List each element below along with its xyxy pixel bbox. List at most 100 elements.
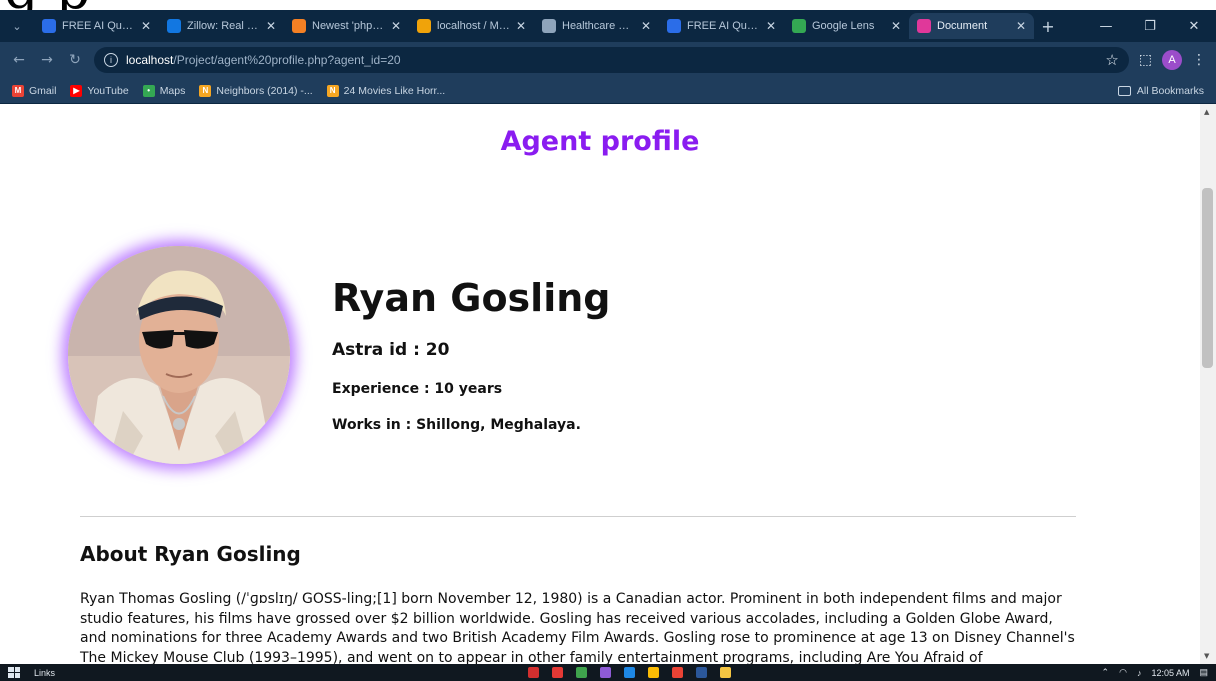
document-icon: [917, 19, 931, 33]
browser-tab[interactable]: Zillow: Real Estate ✕: [159, 13, 284, 39]
lightning-icon: [42, 19, 56, 33]
taskbar-app-icon[interactable]: [600, 667, 611, 678]
scroll-up-icon[interactable]: ▲: [1204, 108, 1209, 116]
os-taskbar: Links ⌃ ◠ ♪ 12:05 AM ▤: [0, 664, 1216, 681]
taskbar-links-label[interactable]: Links: [34, 668, 55, 678]
bookmark-label: Neighbors (2014) -...: [216, 84, 313, 97]
agent-name: Ryan Gosling: [332, 276, 611, 320]
bookmark-icon: N: [326, 84, 339, 97]
tab-close-icon[interactable]: ✕: [766, 19, 776, 33]
bookmark-icon: ▶: [70, 84, 83, 97]
page-content: Agent profile Ryan Gosling Astra id: 20…: [0, 104, 1200, 664]
taskbar-app-icon[interactable]: [552, 667, 563, 678]
folder-icon: [1117, 85, 1131, 96]
volume-icon[interactable]: ♪: [1137, 668, 1142, 678]
window-controls: — ❐ ✕: [1084, 19, 1216, 34]
notifications-icon[interactable]: ▤: [1199, 667, 1208, 678]
maximize-icon[interactable]: ❐: [1128, 19, 1172, 34]
bookmark-item[interactable]: N 24 Movies Like Horr...: [326, 84, 445, 97]
extensions-icon[interactable]: ⬚: [1139, 52, 1152, 68]
lens-icon: [792, 19, 806, 33]
taskbar-explorer-icon[interactable]: [720, 667, 731, 678]
site-info-icon[interactable]: i: [104, 53, 118, 67]
bookmark-item[interactable]: ▶ YouTube: [70, 84, 129, 97]
profile-avatar[interactable]: A: [1162, 50, 1182, 70]
bookmark-item[interactable]: N Neighbors (2014) -...: [199, 84, 313, 97]
scroll-thumb[interactable]: [1202, 188, 1213, 368]
browser-tab[interactable]: FREE AI Question ✕: [34, 13, 159, 39]
address-bar[interactable]: i localhost/Project/agent%20profile.php?…: [94, 47, 1129, 73]
tab-close-icon[interactable]: ✕: [1016, 19, 1026, 33]
url-path: /Project/agent%20profile.php?agent_id=20: [173, 53, 401, 67]
page-overflow-text: g p: [0, 0, 90, 17]
bookmarks-container: M Gmail ▶ YouTube • Maps N Neighbors (2014) -..…: [12, 84, 445, 97]
minimize-icon[interactable]: —: [1084, 19, 1128, 34]
scroll-down-icon[interactable]: ▼: [1204, 652, 1209, 660]
tray-chevron-icon[interactable]: ⌃: [1102, 667, 1110, 678]
tab-close-icon[interactable]: ✕: [391, 19, 401, 33]
taskbar-chrome-icon[interactable]: [648, 667, 659, 678]
agent-photo: [68, 246, 290, 464]
all-bookmarks-label: All Bookmarks: [1136, 84, 1204, 97]
tab-label: Healthcare Chatb: [562, 20, 635, 32]
windows-start-icon[interactable]: [8, 667, 20, 678]
bookmark-label: YouTube: [87, 84, 129, 97]
wifi-icon[interactable]: ◠: [1119, 667, 1127, 678]
clock[interactable]: 12:05 AM: [1151, 668, 1189, 678]
tab-close-icon[interactable]: ✕: [516, 19, 526, 33]
new-tab-button[interactable]: +: [1034, 17, 1062, 36]
forward-icon[interactable]: →: [38, 52, 56, 68]
system-tray: ⌃ ◠ ♪ 12:05 AM ▤: [1102, 667, 1208, 678]
bookmarks-bar: M Gmail ▶ YouTube • Maps N Neighbors (2014) -..…: [0, 78, 1216, 104]
browser-menu-icon[interactable]: ⋮: [1192, 52, 1206, 68]
tab-label: Newest 'php' Qu: [312, 20, 385, 32]
lightning-icon: [667, 19, 681, 33]
browser-tab[interactable]: localhost / MySQ ✕: [409, 13, 534, 39]
about-heading: About Ryan Gosling: [80, 542, 301, 566]
taskbar-app-icon[interactable]: [528, 667, 539, 678]
tab-label: Zillow: Real Estate: [187, 20, 260, 32]
browser-tab[interactable]: FREE AI Question ✕: [659, 13, 784, 39]
reload-icon[interactable]: ↻: [66, 52, 84, 68]
taskbar-app-icon[interactable]: [672, 667, 683, 678]
bookmark-label: Gmail: [29, 84, 57, 97]
browser-tab[interactable]: Google Lens ✕: [784, 13, 909, 39]
section-divider: [80, 516, 1076, 517]
taskbar-apps: [528, 667, 731, 678]
tab-close-icon[interactable]: ✕: [141, 19, 151, 33]
tab-close-icon[interactable]: ✕: [891, 19, 901, 33]
url-host: localhost: [126, 53, 174, 67]
agent-location: Works in : Shillong, Meghalaya.: [332, 417, 581, 433]
bookmark-star-icon[interactable]: ☆: [1105, 51, 1118, 69]
tab-bar: ⌄ FREE AI Question✕Zillow: Real Estate✕N…: [0, 10, 1216, 42]
bookmark-item[interactable]: M Gmail: [12, 84, 57, 97]
tab-close-icon[interactable]: ✕: [266, 19, 276, 33]
taskbar-vscode-icon[interactable]: [624, 667, 635, 678]
page-title: Agent profile: [500, 126, 700, 157]
back-icon[interactable]: ←: [10, 52, 28, 68]
agent-id: Astra id : 20: [332, 340, 450, 360]
globe-icon: [542, 19, 556, 33]
browser-tab[interactable]: Newest 'php' Qu ✕: [284, 13, 409, 39]
browser-tab[interactable]: Document ✕: [909, 13, 1034, 39]
agent-photo-illustration: [68, 246, 290, 464]
bookmark-item[interactable]: • Maps: [142, 84, 186, 97]
bookmark-label: Maps: [159, 84, 186, 97]
taskbar-word-icon[interactable]: [696, 667, 707, 678]
browser-tab[interactable]: Healthcare Chatb ✕: [534, 13, 659, 39]
tabs-container: FREE AI Question✕Zillow: Real Estate✕New…: [34, 13, 1034, 39]
tab-label: Document: [937, 20, 988, 32]
tab-search-dropdown-icon[interactable]: ⌄: [0, 20, 34, 33]
close-window-icon[interactable]: ✕: [1172, 19, 1216, 34]
about-text: Ryan Thomas Gosling (/ˈɡɒslɪŋ/ GOSS-ling…: [80, 591, 1075, 664]
tab-close-icon[interactable]: ✕: [641, 19, 651, 33]
tab-label: FREE AI Question: [687, 20, 760, 32]
browser-toolbar: ← → ↻ i localhost/Project/agent%20profil…: [0, 42, 1216, 78]
agent-experience: Experience : 10 years: [332, 381, 503, 397]
bookmark-icon: M: [12, 84, 24, 97]
bookmark-icon: N: [199, 84, 212, 97]
tab-label: localhost / MySQ: [437, 20, 510, 32]
phpmyadmin-icon: [417, 19, 431, 33]
taskbar-xbox-icon[interactable]: [576, 667, 587, 678]
all-bookmarks-button[interactable]: All Bookmarks: [1117, 84, 1204, 97]
